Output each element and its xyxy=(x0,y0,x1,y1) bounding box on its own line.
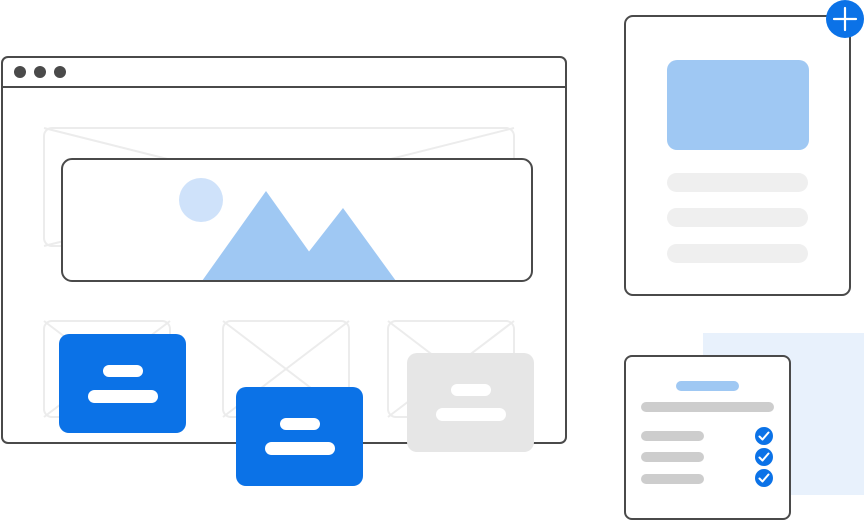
blue-card-2[interactable] xyxy=(236,387,363,486)
check-icon xyxy=(755,469,773,487)
document-card xyxy=(624,15,851,296)
card-line-short xyxy=(103,365,143,377)
check-icon xyxy=(755,427,773,445)
card-line-long xyxy=(88,390,158,403)
blue-card-1[interactable] xyxy=(59,334,186,433)
card-line-long xyxy=(436,408,506,421)
checklist-item-line xyxy=(641,474,704,484)
document-line xyxy=(667,244,808,263)
document-line xyxy=(667,173,808,192)
document-image xyxy=(667,60,809,150)
window-dot-icon xyxy=(54,66,66,78)
gray-card[interactable] xyxy=(407,353,534,452)
card-line-short xyxy=(451,384,491,396)
checklist-title-bar xyxy=(676,381,739,391)
window-dot-icon xyxy=(34,66,46,78)
check-icon xyxy=(755,448,773,466)
checklist-subtitle-bar xyxy=(641,402,774,412)
add-button[interactable] xyxy=(826,0,864,38)
checklist-card xyxy=(624,355,791,520)
checklist-item-line xyxy=(641,452,704,462)
illustration xyxy=(1,0,864,520)
card-line-long xyxy=(265,442,335,455)
sun-shape xyxy=(179,178,223,222)
hero-image-box xyxy=(61,158,533,282)
window-dot-icon xyxy=(14,66,26,78)
document-line xyxy=(667,208,808,227)
card-line-short xyxy=(280,418,320,430)
checklist-item-line xyxy=(641,431,704,441)
